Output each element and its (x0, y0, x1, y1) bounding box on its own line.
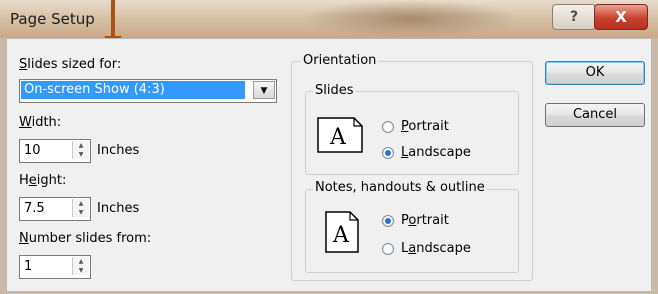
slides-landscape-label[interactable]: Landscape (401, 145, 471, 160)
page-setup-dialog: Page Setup ? X Slides sized for: On-scre… (0, 0, 658, 294)
portrait-page-icon: A (325, 211, 359, 253)
spin-up-icon[interactable]: ▲ (73, 199, 89, 208)
height-unit: Inches (97, 201, 140, 216)
number-slides-from-label: Number slides from: (19, 231, 152, 246)
width-stepper[interactable]: ▲ ▼ (72, 141, 89, 159)
spin-down-icon[interactable]: ▼ (73, 266, 89, 275)
height-label: Height: (19, 173, 67, 188)
title-bar-glass (300, 0, 520, 38)
chevron-down-icon[interactable]: ▼ (253, 81, 275, 99)
cancel-button[interactable]: Cancel (545, 103, 645, 127)
number-slides-from-input[interactable]: 1 ▲ ▼ (19, 255, 91, 279)
height-input[interactable]: 7.5 ▲ ▼ (19, 197, 91, 221)
slides-orientation-title: Slides (313, 83, 356, 98)
spin-down-icon[interactable]: ▼ (73, 150, 89, 159)
help-button[interactable]: ? (552, 4, 596, 30)
notes-orientation-title: Notes, handouts & outline (313, 180, 487, 195)
width-unit: Inches (97, 143, 140, 158)
dialog-body: Slides sized for: On-screen Show (4:3) ▼… (6, 38, 652, 292)
landscape-page-icon: A (317, 117, 363, 153)
notes-portrait-radio[interactable] (382, 215, 394, 227)
number-slides-from-stepper[interactable]: ▲ ▼ (72, 257, 89, 275)
close-button[interactable]: X (594, 4, 648, 30)
slides-portrait-radio[interactable] (382, 121, 394, 133)
number-slides-from-value: 1 (24, 259, 33, 274)
slides-sized-for-select[interactable]: On-screen Show (4:3) ▼ (19, 79, 277, 103)
portrait-icon-letter: A (332, 223, 350, 248)
slides-landscape-radio[interactable] (382, 147, 394, 159)
notes-portrait-label[interactable]: Portrait (401, 213, 449, 228)
landscape-icon-letter: A (329, 125, 347, 150)
spin-up-icon[interactable]: ▲ (73, 257, 89, 266)
window-title: Page Setup (10, 10, 95, 28)
notes-landscape-radio[interactable] (382, 243, 394, 255)
width-value: 10 (24, 143, 41, 158)
notes-landscape-label[interactable]: Landscape (401, 241, 471, 256)
spin-down-icon[interactable]: ▼ (73, 208, 89, 217)
spin-up-icon[interactable]: ▲ (73, 141, 89, 150)
slides-portrait-label[interactable]: Portrait (401, 119, 449, 134)
annotation-arrow-shaft (111, 0, 115, 38)
height-value: 7.5 (24, 201, 45, 216)
title-bar[interactable]: Page Setup ? X (0, 0, 658, 38)
slides-sized-for-label: Slides sized for: (19, 57, 122, 72)
width-label: Width: (19, 115, 62, 130)
orientation-title: Orientation (301, 53, 379, 68)
slides-sized-for-value: On-screen Show (4:3) (21, 81, 245, 99)
height-stepper[interactable]: ▲ ▼ (72, 199, 89, 217)
width-input[interactable]: 10 ▲ ▼ (19, 139, 91, 163)
ok-button[interactable]: OK (545, 61, 645, 85)
